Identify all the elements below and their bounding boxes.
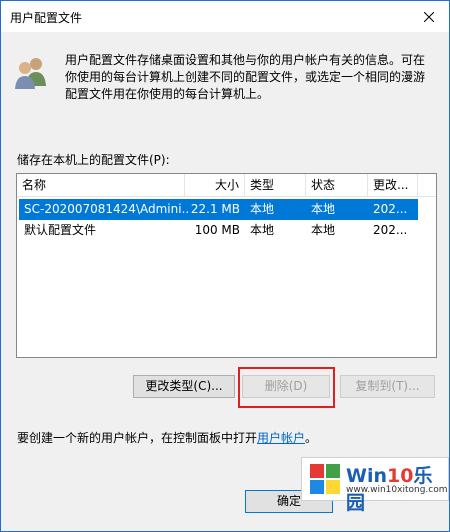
info-line-2: 你使用的每台计算机上创建不同的配置文件，或选定一个相同的漫游	[65, 70, 426, 84]
row-size: 22.1 MB	[190, 202, 240, 216]
create-account-text: 要创建一个新的用户帐户，在控制面板中打开用户帐户。	[17, 429, 317, 446]
column-header-size[interactable]: 大小	[185, 174, 245, 196]
watermark-brand-b: 10	[387, 465, 414, 487]
windows-logo-icon	[310, 464, 340, 494]
profiles-list-label: 储存在本机上的配置文件(P):	[17, 153, 170, 167]
window-title: 用户配置文件	[10, 11, 83, 25]
change-type-button[interactable]: 更改类型(C)...	[133, 375, 235, 398]
row-size: 100 MB	[194, 223, 240, 237]
watermark-url: www.win10xitong.com	[346, 485, 448, 495]
create-account-suffix: 。	[305, 431, 318, 445]
row-name: 默认配置文件	[24, 223, 97, 237]
profiles-list[interactable]: 名称 大小 类型 状态 更改... SC-202007081424\Admini…	[16, 173, 437, 358]
watermark-brand-a: Win	[346, 465, 387, 487]
close-button[interactable]	[409, 1, 449, 32]
watermark-logo: Win10乐园 www.win10xitong.com	[301, 457, 449, 514]
row-type: 本地	[250, 223, 275, 237]
info-line-1: 用户配置文件存储桌面设置和其他与你的用户帐户有关的信息。可在	[65, 53, 426, 67]
table-row[interactable]: 默认配置文件 100 MB 本地 本地 202...	[19, 220, 418, 241]
title-bar: 用户配置文件	[1, 1, 449, 32]
column-header-status[interactable]: 状态	[306, 174, 368, 196]
row-status: 本地	[311, 223, 336, 237]
users-icon	[15, 58, 46, 89]
user-profiles-dialog: 用户配置文件 用户配置文件存储桌面设置和其他与你的用户帐户有关的信息。可在 你使…	[0, 0, 450, 532]
row-modified: 202...	[373, 223, 408, 237]
row-name: SC-202007081424\Admini...	[24, 202, 189, 216]
column-header-name[interactable]: 名称	[17, 174, 185, 196]
row-status: 本地	[311, 202, 336, 216]
row-type: 本地	[250, 202, 275, 216]
column-header-modified[interactable]: 更改...	[368, 174, 418, 196]
close-icon	[424, 11, 434, 22]
info-line-3: 配置文件用在你使用的每台计算机上。	[65, 87, 270, 101]
profile-info-text: 用户配置文件存储桌面设置和其他与你的用户帐户有关的信息。可在 你使用的每台计算机…	[65, 52, 437, 103]
row-modified: 202...	[373, 202, 408, 216]
create-account-prefix: 要创建一个新的用户帐户，在控制面板中打开	[17, 431, 258, 445]
delete-highlight-frame	[238, 367, 335, 408]
column-header-type[interactable]: 类型	[245, 174, 306, 196]
copy-to-button[interactable]: 复制到(T)...	[340, 375, 435, 398]
user-accounts-link[interactable]: 用户帐户	[257, 431, 305, 445]
list-header: 名称 大小 类型 状态 更改...	[17, 174, 436, 197]
table-row[interactable]: SC-202007081424\Admini... 22.1 MB 本地 本地 …	[19, 199, 418, 220]
